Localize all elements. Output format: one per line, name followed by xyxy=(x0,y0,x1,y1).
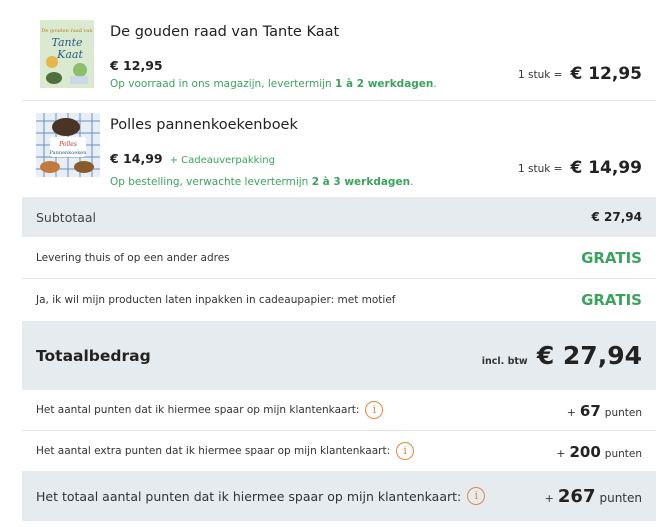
line-total: € 12,95 xyxy=(570,64,642,84)
cart-item: De gouden raad van Tante Kaat De gouden … xyxy=(22,0,656,101)
stock-status: Op bestelling, verwachte levertermijn 2 … xyxy=(110,176,414,188)
stock-status: Op voorraad in ons magazijn, levertermij… xyxy=(110,78,437,90)
cart-item: Polles Pannenkoeken Polles pannenkoekenb… xyxy=(22,101,656,197)
total-row: Totaalbedrag incl. btw € 27,94 xyxy=(22,321,656,390)
line-total: € 14,99 xyxy=(570,158,642,178)
total-label: Totaalbedrag xyxy=(36,346,151,365)
points-row: Het aantal punten dat ik hiermee spaar o… xyxy=(22,390,656,431)
total-value: € 27,94 xyxy=(536,341,642,370)
info-icon[interactable]: i xyxy=(467,487,486,505)
quantity-label: 1 stuk = xyxy=(518,69,563,81)
product-price: € 14,99 xyxy=(110,151,163,166)
total-points-value: +267 punten xyxy=(544,485,642,507)
svg-text:Pannenkoeken: Pannenkoeken xyxy=(50,150,88,156)
giftwrap-row: Ja, ik wil mijn producten laten inpakken… xyxy=(22,279,656,321)
quantity-label: 1 stuk = xyxy=(518,163,563,175)
info-icon[interactable]: i xyxy=(365,401,384,419)
delivery-row: Levering thuis of op een ander adres GRA… xyxy=(22,237,656,279)
svg-text:Polles: Polles xyxy=(58,141,77,148)
total-points-label: Het totaal aantal punten dat ik hiermee … xyxy=(36,488,462,504)
subtotal-value: € 27,94 xyxy=(591,210,642,224)
delivery-value: GRATIS xyxy=(581,248,642,267)
book-cover-image[interactable]: Polles Pannenkoeken xyxy=(36,113,100,177)
subtotal-row: Subtotaal € 27,94 xyxy=(22,197,656,237)
extra-points-row: Het aantal extra punten dat ik hiermee s… xyxy=(22,431,656,471)
info-icon[interactable]: i xyxy=(396,442,415,460)
points-label: Het aantal punten dat ik hiermee spaar o… xyxy=(36,404,360,416)
total-points-row: Het totaal aantal punten dat ik hiermee … xyxy=(22,471,656,521)
product-title[interactable]: De gouden raad van Tante Kaat xyxy=(110,24,339,40)
points-value: +67 punten xyxy=(566,401,642,420)
giftwrap-label: Ja, ik wil mijn producten laten inpakken… xyxy=(36,294,396,306)
total-amount: incl. btw € 27,94 xyxy=(482,341,642,370)
giftwrap-addon: + Cadeauverpakking xyxy=(169,155,275,166)
delivery-label: Levering thuis of op een ander adres xyxy=(36,251,230,264)
giftwrap-value: GRATIS xyxy=(581,291,642,309)
svg-text:De gouden raad van: De gouden raad van xyxy=(41,28,93,34)
book-cover-image[interactable]: De gouden raad van Tante Kaat xyxy=(40,20,94,88)
vat-note: incl. btw xyxy=(481,356,528,367)
extra-points-value: +200 punten xyxy=(556,442,642,461)
product-price: € 12,95 xyxy=(110,58,163,73)
subtotal-label: Subtotaal xyxy=(36,209,97,225)
extra-points-label: Het aantal extra punten dat ik hiermee s… xyxy=(36,445,391,457)
svg-text:Kaat: Kaat xyxy=(56,48,83,61)
product-title[interactable]: Polles pannenkoekenboek xyxy=(110,117,298,133)
